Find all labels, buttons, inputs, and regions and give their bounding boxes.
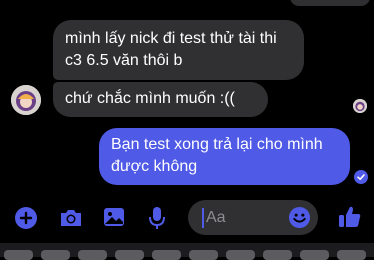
microphone-icon[interactable] bbox=[148, 205, 166, 231]
read-receipt-avatar bbox=[353, 99, 367, 113]
outgoing-message-line-2: được không bbox=[111, 158, 198, 175]
incoming-message-2[interactable]: chứ chắc mình muốn :(( bbox=[53, 82, 268, 117]
emoji-icon[interactable] bbox=[288, 206, 311, 229]
keyboard-key[interactable] bbox=[337, 250, 366, 260]
keyboard-top-row bbox=[0, 243, 374, 260]
camera-icon[interactable] bbox=[58, 206, 84, 230]
plus-icon[interactable] bbox=[14, 206, 38, 230]
text-caret bbox=[202, 208, 204, 228]
message-input-placeholder: Aa bbox=[206, 209, 226, 226]
keyboard-key[interactable] bbox=[41, 250, 70, 260]
keyboard-key[interactable] bbox=[300, 250, 329, 260]
read-receipt-avatar-image bbox=[353, 99, 367, 113]
image-icon[interactable] bbox=[102, 206, 126, 228]
incoming-message-2-text: chứ chắc mình muốn :(( bbox=[65, 90, 235, 107]
outgoing-message[interactable]: Bạn test xong trả lại cho mình được khôn… bbox=[99, 128, 350, 185]
sender-avatar[interactable] bbox=[11, 85, 41, 115]
keyboard-key[interactable] bbox=[189, 250, 218, 260]
incoming-message-1-line-1: mình lấy nick đi test thử tài thi bbox=[65, 30, 277, 47]
like-icon[interactable] bbox=[337, 204, 363, 230]
keyboard-key[interactable] bbox=[78, 250, 107, 260]
incoming-message-1[interactable]: mình lấy nick đi test thử tài thi c3 6.5… bbox=[53, 20, 304, 80]
keyboard-key[interactable] bbox=[226, 250, 255, 260]
keyboard-key[interactable] bbox=[152, 250, 181, 260]
seen-check-icon bbox=[354, 170, 368, 184]
keyboard-key[interactable] bbox=[4, 250, 33, 260]
avatar-image bbox=[11, 85, 41, 115]
message-input[interactable]: Aa bbox=[188, 200, 318, 235]
check-mark bbox=[357, 174, 365, 180]
keyboard-key[interactable] bbox=[263, 250, 292, 260]
outgoing-message-line-1: Bạn test xong trả lại cho mình bbox=[111, 136, 323, 153]
incoming-message-1-line-2: c3 6.5 văn thôi b bbox=[65, 52, 183, 69]
previous-message-bubble bbox=[290, 0, 370, 6]
keyboard-key[interactable] bbox=[115, 250, 144, 260]
